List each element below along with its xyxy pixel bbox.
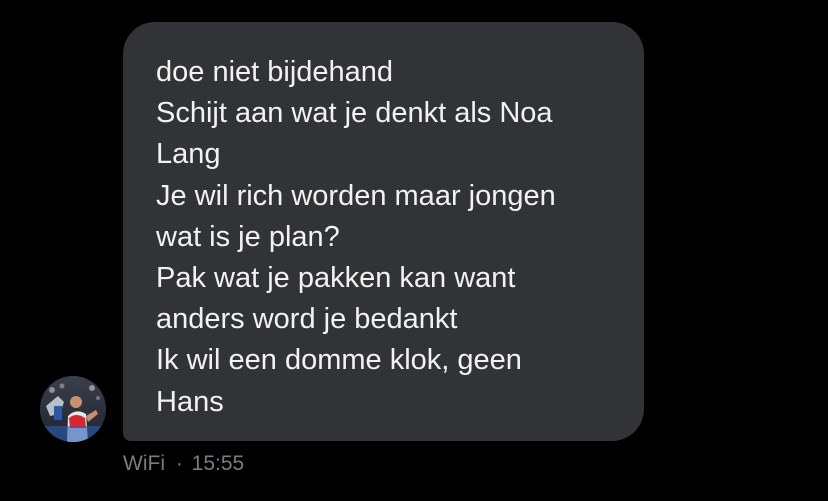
sender-avatar[interactable] [40,376,106,442]
message-line: Hans [156,385,224,418]
message-line: doe niet bijdehand [156,56,394,88]
sender-name[interactable]: WiFi [123,452,165,475]
meta-separator: · [175,452,183,475]
message-line: Je wil rich worden maar jongen [156,179,556,212]
message-line: anders word je bedankt [156,303,458,336]
avatar-photo-icon [40,376,106,442]
message-line: Ik wil een domme klok, geen [156,344,522,377]
message-line: Pak wat je pakken kan want [156,262,516,295]
message-bubble[interactable]: doe niet bijdehand Schijt aan wat je den… [123,22,644,441]
message-timestamp: 15:55 [191,452,245,475]
message-meta: WiFi · 15:55 [123,450,244,478]
message-line: Lang [156,138,221,171]
message-line: Schijt aan wat je denkt als Noa [156,97,553,130]
message-line: wat is je plan? [156,220,340,253]
